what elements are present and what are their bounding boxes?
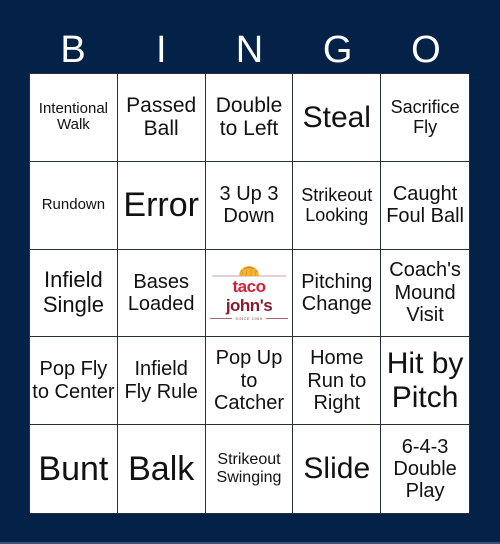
cell-label: Hit by Pitch: [386, 347, 464, 414]
brand-part2: john's: [225, 295, 273, 315]
cell-label: Intentional Walk: [38, 99, 109, 134]
taco-johns-logo: taco john's SINCE 1969: [206, 265, 292, 321]
bingo-cell[interactable]: Steal: [293, 74, 382, 162]
cell-label: Home Run to Right: [307, 347, 367, 414]
bingo-cell[interactable]: 6-4-3 Double Play: [381, 425, 469, 513]
bingo-cell[interactable]: Sacrifice Fly: [381, 74, 469, 162]
bingo-cell[interactable]: Hit by Pitch: [381, 337, 469, 426]
bingo-cell[interactable]: Strikeout Swinging: [206, 425, 294, 513]
cell-label: Steal: [302, 100, 371, 134]
cell-label: Bunt: [38, 450, 109, 489]
cell-label: Sacrifice Fly: [390, 97, 460, 138]
bingo-cell[interactable]: Double to Left: [205, 74, 294, 162]
divider: [210, 318, 233, 320]
bingo-cell[interactable]: Passed Ball: [117, 74, 206, 162]
bingo-cell[interactable]: Balk: [118, 425, 206, 513]
header-letter-g: G: [322, 29, 353, 71]
cell-label: Pop Fly to Center: [32, 358, 115, 403]
bingo-cell[interactable]: Bases Loaded: [117, 249, 206, 338]
cell-label: Caught Foul Ball: [386, 182, 464, 228]
bingo-cell[interactable]: Rundown: [30, 161, 118, 250]
cell-label: Strikeout Looking: [301, 185, 373, 226]
bingo-cell[interactable]: 3 Up 3 Down: [205, 161, 294, 250]
taco-icon: [212, 265, 286, 277]
cell-label: Error: [123, 186, 199, 225]
tagline-row: SINCE 1969: [210, 316, 288, 322]
cell-label: 6-4-3 Double Play: [393, 435, 457, 503]
bingo-cell[interactable]: Slide: [293, 425, 382, 513]
header-letter-o: O: [411, 29, 441, 71]
cell-label: Strikeout Swinging: [216, 451, 282, 487]
cell-label: 3 Up 3 Down: [219, 182, 279, 228]
bingo-cell[interactable]: Pop Up to Catcher: [205, 337, 294, 426]
cell-label: Bases Loaded: [127, 270, 195, 315]
cell-label: Double to Left: [215, 93, 283, 141]
divider: [265, 318, 288, 320]
bingo-cell[interactable]: Bunt: [30, 425, 118, 513]
bingo-header: B I N G O: [29, 28, 470, 72]
cell-label: Infield Fly Rule: [124, 358, 198, 403]
cell-label: Coach's Mound Visit: [389, 259, 461, 327]
free-space-cell[interactable]: taco john's SINCE 1969: [205, 249, 294, 338]
tagline: SINCE 1969: [235, 316, 263, 322]
bingo-cell[interactable]: Caught Foul Ball: [381, 162, 469, 250]
cell-label: Rundown: [41, 195, 106, 213]
cell-label: Infield Single: [42, 267, 104, 317]
header-letter-n: N: [235, 29, 264, 71]
cell-label: Slide: [303, 452, 371, 486]
brand-name: taco john's: [225, 276, 273, 315]
bingo-cell[interactable]: Infield Fly Rule: [117, 337, 206, 426]
cell-label: Passed Ball: [126, 93, 197, 141]
cell-label: Pitching Change: [301, 270, 373, 315]
bingo-cell[interactable]: Intentional Walk: [30, 74, 118, 162]
bingo-cell[interactable]: Pop Fly to Center: [30, 337, 118, 426]
brand-part1: taco: [232, 276, 266, 296]
header-letter-i: I: [156, 29, 167, 71]
header-letter-b: B: [60, 29, 86, 71]
bingo-cell[interactable]: Strikeout Looking: [293, 161, 382, 250]
cell-label: Balk: [128, 450, 195, 489]
bingo-cell[interactable]: Home Run to Right: [293, 337, 382, 426]
bingo-cell[interactable]: Error: [117, 161, 206, 250]
bingo-card-grid: Intentional Walk Passed Ball Double to L…: [29, 73, 470, 514]
bingo-cell[interactable]: Coach's Mound Visit: [381, 250, 469, 338]
bingo-cell[interactable]: Infield Single: [30, 249, 118, 338]
cell-label: Pop Up to Catcher: [213, 347, 284, 414]
bingo-cell[interactable]: Pitching Change: [293, 249, 382, 338]
